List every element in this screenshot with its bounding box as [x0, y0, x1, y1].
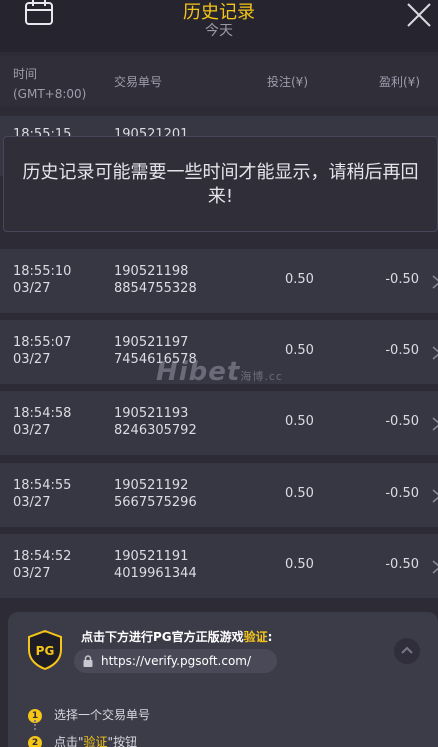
table-row[interactable]: 18:54:58 03/27 190521193 8246305792 0.50 -… — [0, 391, 438, 455]
row-order-part2: 5667575296 — [114, 495, 197, 510]
watermark-logo: Hibet海博.cc — [156, 357, 283, 387]
row-time-value: 18:54:55 — [13, 478, 72, 493]
verify-url-text: https://verify.pgsoft.com/ — [101, 654, 252, 668]
row-profit: -0.50 — [385, 343, 419, 358]
row-time: 18:55:07 03/27 — [13, 334, 71, 368]
verify-text-highlight: 验证 — [243, 630, 268, 644]
row-profit: -0.50 — [385, 272, 419, 287]
row-profit: -0.50 — [385, 414, 419, 429]
date-filter-label[interactable]: 今天 — [0, 20, 438, 40]
verify-text-suffix: : — [267, 630, 273, 644]
watermark-suffix: .cc — [264, 370, 283, 383]
row-time: 18:54:52 03/27 — [13, 548, 71, 582]
header-bar: 历史记录 今天 — [0, 0, 438, 52]
chevron-right-icon — [432, 489, 438, 503]
chevron-right-icon — [432, 417, 438, 431]
chevron-right-icon — [432, 560, 438, 574]
row-date-value: 03/27 — [13, 281, 51, 296]
row-date-value: 03/27 — [13, 423, 51, 438]
row-order-part1: 190521197 — [114, 335, 189, 350]
row-date-value: 03/27 — [13, 495, 51, 510]
step-number: 2 — [28, 736, 42, 747]
row-order-part2: 8246305792 — [114, 423, 197, 438]
table-row[interactable]: 18:54:52 03/27 190521191 4019961344 0.50 -… — [0, 534, 438, 598]
row-time: 18:54:58 03/27 — [13, 405, 71, 439]
column-header-bet: 投注(¥) — [267, 75, 308, 89]
row-order-part2: 8854755328 — [114, 281, 197, 296]
chevron-up-icon — [401, 646, 413, 654]
column-header-time-label: 时间 — [13, 67, 38, 81]
row-bet: 0.50 — [285, 486, 314, 501]
column-header-profit: 盈利(¥) — [379, 75, 420, 89]
step-connector — [34, 720, 36, 730]
row-time-value: 18:54:58 — [13, 406, 72, 421]
row-order-id: 190521192 5667575296 — [114, 477, 197, 511]
row-order-id: 190521198 8854755328 — [114, 263, 197, 297]
pg-shield-icon: PG — [28, 630, 62, 670]
row-order-part1: 190521193 — [114, 406, 189, 421]
row-order-id: 190521193 8246305792 — [114, 405, 197, 439]
row-bet: 0.50 — [285, 557, 314, 572]
column-header-order: 交易单号 — [114, 75, 163, 89]
column-header-time: 时间 (GMT+8:00) — [13, 64, 86, 104]
row-bet: 0.50 — [285, 343, 314, 358]
row-date-value: 03/27 — [13, 352, 51, 367]
row-time: 18:55:10 03/27 — [13, 263, 71, 297]
close-icon[interactable] — [406, 2, 432, 28]
svg-text:PG: PG — [36, 644, 55, 658]
step-text-suffix: "按钮 — [107, 735, 138, 747]
delay-notice: 历史记录可能需要一些时间才能显示，请稍后再回来! — [3, 136, 438, 232]
collapse-button[interactable] — [394, 638, 420, 664]
row-profit: -0.50 — [385, 486, 419, 501]
row-order-id: 190521191 4019961344 — [114, 548, 197, 582]
chevron-right-icon — [432, 275, 438, 289]
chevron-right-icon — [432, 346, 438, 360]
table-header: 时间 (GMT+8:00) 交易单号 投注(¥) 盈利(¥) — [0, 56, 438, 106]
table-row[interactable]: 18:54:55 03/27 190521192 5667575296 0.50 -… — [0, 463, 438, 527]
row-bet: 0.50 — [285, 414, 314, 429]
row-order-part1: 190521192 — [114, 478, 189, 493]
table-row[interactable]: 18:55:10 03/27 190521198 8854755328 0.50 -… — [0, 249, 438, 313]
row-order-part1: 190521191 — [114, 549, 189, 564]
verify-url-link[interactable]: https://verify.pgsoft.com/ — [74, 649, 277, 673]
verify-step-2: 2 点击"验证"按钮 — [28, 733, 137, 747]
watermark-small: 海博 — [240, 370, 265, 383]
verify-instruction: 点击下方进行PG官方正版游戏验证: — [81, 628, 272, 645]
row-profit: -0.50 — [385, 557, 419, 572]
row-order-part2: 4019961344 — [114, 566, 197, 581]
step-text: 选择一个交易单号 — [54, 708, 151, 722]
row-time-value: 18:54:52 — [13, 549, 72, 564]
row-bet: 0.50 — [285, 272, 314, 287]
step-text-highlight: 验证 — [83, 735, 108, 747]
verify-panel: PG 点击下方进行PG官方正版游戏验证: https://verify.pgso… — [8, 612, 438, 747]
verify-text-prefix: 点击下方进行PG官方正版游戏 — [81, 630, 244, 644]
row-time: 18:54:55 03/27 — [13, 477, 71, 511]
row-time-value: 18:55:07 — [13, 335, 72, 350]
watermark-text: Hibet — [156, 357, 241, 387]
row-order-part1: 190521198 — [114, 264, 189, 279]
verify-step-1: 1 选择一个交易单号 — [28, 706, 150, 723]
row-time-value: 18:55:10 — [13, 264, 72, 279]
lock-icon — [83, 655, 93, 667]
step-text-prefix: 点击" — [54, 735, 84, 747]
row-date-value: 03/27 — [13, 566, 51, 581]
column-header-timezone: (GMT+8:00) — [13, 87, 87, 101]
